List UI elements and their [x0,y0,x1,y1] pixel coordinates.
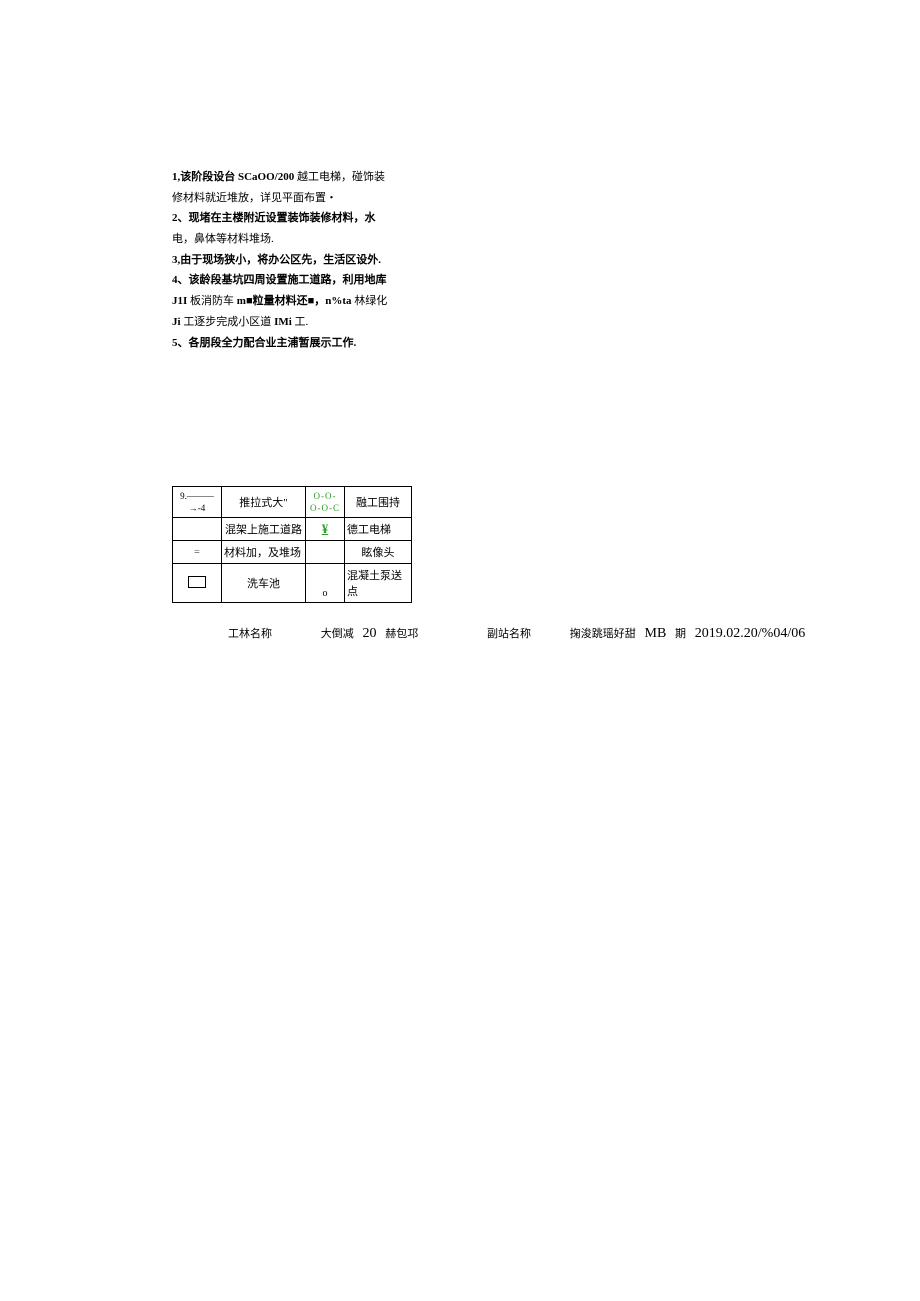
footer-label: 工林名称 [228,628,272,640]
note-line: 2、现堵在主楼附近设置装饰装修材料，水 [172,209,432,228]
legend-label: 混凝土泵送点 [345,564,412,603]
legend-label: 材料加，及堆场 [222,541,306,564]
note-line: 修材料就近堆放，详见平面布置・ [172,189,432,208]
legend-label: 洗车池 [222,564,306,603]
footer-value: 2019.02.20/%04/06 [695,626,805,641]
note-text: 林绿化 [354,295,387,307]
yen-icon: ¥ [322,521,329,536]
footer-info: 工林名称 大倒减 20 赫包邛 副站名称 掬浚跳瑶好甜 MB 期 2019.02… [228,625,811,642]
note-text: 工逐步完成小区道 [183,316,271,328]
legend-label: 眩像头 [345,541,412,564]
note-line: 3,由于现场狭小，将办公区先，生活区设外. [172,251,432,270]
note-line: 1,该阶段设台 SCaOO/200 越工电梯，碰饰装 [172,168,432,187]
box-icon [188,576,206,588]
note-text: Ji [172,316,181,328]
legend-label: 德工电梯 [345,518,412,541]
note-text: 板消防车 [190,295,234,307]
footer-label: 副站名称 [487,628,531,640]
note-text: IMi [274,316,292,328]
circle-icon: o [323,588,328,599]
dash-icon: = [194,547,200,558]
note-text: 越工电梯，碰饰装 [297,171,385,183]
note-line: 电，鼻体等材料堆场. [172,230,432,249]
blank-icon [306,541,345,564]
blank-icon [173,518,222,541]
note-text: 工. [295,316,309,328]
note-line: J1I 板消防车 m■粒量材料还■，n%ta 林绿化 [172,292,432,311]
table-row: = 材料加，及堆场 眩像头 [173,541,412,564]
note-text: 1,该阶段设台 [172,171,235,183]
footer-value: MB [645,626,667,641]
note-line: 5、各朋段全力配合业主浦暂展示工作. [172,334,432,353]
table-row: 洗车池 o 混凝土泵送点 [173,564,412,603]
legend-label: 推拉式大" [222,487,306,518]
note-line: Ji 工逐步完成小区道 IMi 工. [172,313,432,332]
footer-value: 赫包邛 [385,628,418,640]
legend-label: 融工围持 [345,487,412,518]
footer-value: 大倒减 [321,628,354,640]
table-row: 混架上施工道路 ¥ 德工电梯 [173,518,412,541]
note-line: 4、该龄段基坑四周设置施工道路，利用地库 [172,271,432,290]
footer-value: 20 [363,626,377,641]
note-text: J1I [172,295,187,307]
note-text: m■粒量材料还■，n%ta [237,295,352,307]
arrow-icon: 9.———→-4 [180,491,214,513]
notes-block: 1,该阶段设台 SCaOO/200 越工电梯，碰饰装 修材料就近堆放，详见平面布… [172,168,432,354]
table-row: 9.———→-4 推拉式大" O-O-O-O-C 融工围持 [173,487,412,518]
legend-table: 9.———→-4 推拉式大" O-O-O-O-C 融工围持 混架上施工道路 ¥ … [172,486,412,603]
circles-icon: O-O-O-O-C [310,491,340,513]
note-text: SCaOO/200 [238,171,294,183]
legend-label: 混架上施工道路 [222,518,306,541]
footer-value: 掬浚跳瑶好甜 [570,628,636,640]
footer-value: 期 [675,628,686,640]
